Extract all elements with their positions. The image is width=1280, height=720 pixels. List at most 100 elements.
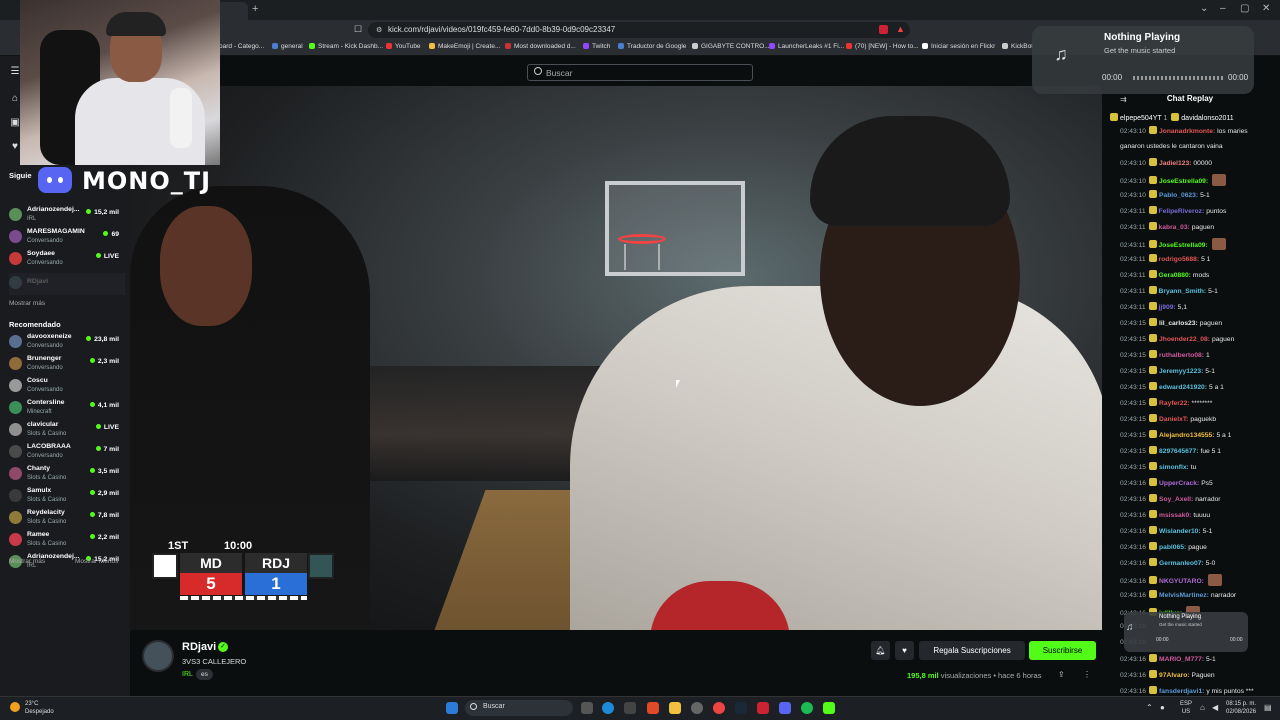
channel-avatar[interactable] (142, 640, 174, 672)
chat-message: 02:43:16 MARIO_M777: 5-1 (1120, 654, 1216, 663)
spotify-icon[interactable] (801, 702, 813, 714)
sidebar-channel[interactable]: Ramee Slots & Casino 2,2 mil (9, 530, 125, 552)
sidebar-channel[interactable]: Coscu Conversando (9, 376, 125, 398)
share-icon[interactable]: ⇪ (1058, 670, 1065, 679)
streamer-cap (106, 12, 166, 36)
follow-heart-icon[interactable]: ♥ (895, 641, 914, 660)
chat-message: 02:43:11 Bryann_Smith: 5-1 (1120, 286, 1218, 295)
system-clock[interactable]: 08:15 p. m. 02/08/2026 (1226, 700, 1256, 716)
music-time-end: 00:00 (1228, 73, 1249, 82)
bookmark-item[interactable]: Twitch (583, 43, 610, 50)
volume-icon[interactable]: ◀ (1212, 703, 1218, 712)
more-options-icon[interactable]: ⋮ (1083, 670, 1091, 679)
kick-icon[interactable] (823, 702, 835, 714)
language-indicator[interactable]: ESP US (1180, 700, 1192, 716)
sidebar-channel[interactable]: Chanty Slots & Casino 3,5 mil (9, 464, 125, 486)
sidebar-channel[interactable]: Adrianozendej... IRL 15,2 mil (9, 205, 125, 227)
chat-message: 02:43:16 msissak0: tuuuu (1120, 510, 1211, 519)
minimize-icon[interactable]: – (1220, 3, 1226, 14)
player-left-face (160, 206, 252, 326)
show-less-link[interactable]: Mostrar Menos (75, 558, 118, 565)
tray-chevron-icon[interactable]: ⌃ (1146, 703, 1153, 712)
extension-icon[interactable] (879, 25, 888, 34)
network-icon[interactable]: ⌂ (1200, 703, 1205, 712)
avatar (9, 489, 22, 502)
warning-icon[interactable]: ▲ (896, 24, 905, 34)
music-progress[interactable] (1133, 76, 1223, 80)
app-icon[interactable] (691, 702, 703, 714)
bookmark-item[interactable]: GIGABYTE CONTRO... (692, 43, 770, 50)
sidebar-channel[interactable]: MARESMAGAMIN Conversando 69 (9, 227, 125, 249)
avatar (9, 230, 22, 243)
sidebar-channel[interactable]: clavicular Slots & Casino LIVE (9, 420, 125, 442)
chat-message: 02:43:16 pabl065: pague (1120, 542, 1207, 551)
search-icon (470, 703, 477, 710)
stream-category[interactable]: IRL (182, 671, 193, 678)
sidebar-channel[interactable]: RDjavi (9, 273, 125, 295)
chrome-icon[interactable] (713, 702, 725, 714)
bookmark-item[interactable]: MakeEmoji | Create... (429, 43, 500, 50)
brave-icon[interactable] (647, 702, 659, 714)
sidebar-channel[interactable]: Contersline Minecraft 4,1 mil (9, 398, 125, 420)
channel-name[interactable]: RDjavi (182, 641, 216, 653)
bookmark-item[interactable]: (70) [NEW] - How to... (846, 43, 919, 50)
windows-start-icon[interactable] (446, 702, 458, 714)
notification-bell-icon[interactable]: 🔔︎ (871, 641, 890, 660)
close-icon[interactable]: ✕ (1262, 3, 1270, 14)
bookmark-item[interactable]: general (272, 43, 303, 50)
edge-icon[interactable] (602, 702, 614, 714)
sidebar-channel[interactable]: Brunenger Conversando 2,3 mil (9, 354, 125, 376)
taskbar-search[interactable]: Buscar (465, 700, 573, 716)
mic-icon[interactable]: ● (1160, 703, 1165, 712)
new-tab-icon[interactable]: + (252, 3, 258, 15)
chat-message: 02:43:11 JoseEstrella09: (1120, 238, 1280, 252)
url-text: kick.com/rdjavi/videos/019fc459-fe60-7dd… (388, 25, 616, 34)
settings-icon[interactable] (624, 702, 636, 714)
chat-message: 02:43:15 edward241920: 5 a 1 (1120, 382, 1224, 391)
sidebar-channel[interactable]: davooxeneize Conversando 23,8 mil (9, 332, 125, 354)
show-more-link[interactable]: Mostrar más (9, 300, 45, 307)
show-more-link[interactable]: Mostrar más (9, 558, 45, 565)
task-view-icon[interactable] (581, 702, 593, 714)
subscribe-button[interactable]: Suscribirse (1029, 641, 1096, 660)
weather-widget[interactable]: 23°C Despejado (25, 700, 54, 716)
bookmark-item[interactable]: LauncherLeaks #1 Fi... (769, 43, 844, 50)
chat-message: 02:43:10 Pablo_0623: 5-1 (1120, 190, 1210, 199)
microphone (170, 88, 192, 148)
language-tag[interactable]: es (196, 669, 213, 680)
search-input[interactable]: Buscar (527, 64, 753, 81)
avatar (9, 208, 22, 221)
bookmark-item[interactable]: Stream - Kick Dashb... (309, 43, 383, 50)
maximize-icon[interactable]: ▢ (1240, 3, 1249, 14)
mini-music-title: Nothing Playing (1159, 614, 1202, 620)
address-bar[interactable]: kick.com/rdjavi/videos/019fc459-fe60-7dd… (368, 22, 910, 38)
notifications-icon[interactable]: ▤ (1264, 703, 1272, 712)
video-player[interactable] (130, 86, 1102, 630)
avatar (9, 335, 22, 348)
chat-message: 02:43:16 Soy_Axell: narrador (1120, 494, 1221, 503)
bookmark-item[interactable]: Iniciar sesión en Flickr (922, 43, 995, 50)
app-icon[interactable] (757, 702, 769, 714)
score-value-1: 5 (180, 573, 242, 595)
bookmark-item[interactable]: Traductor de Google (618, 43, 686, 50)
score-clock: 10:00 (224, 540, 253, 552)
sidebar-channel[interactable]: LACOBRAAA Conversando 7 mil (9, 442, 125, 464)
folder-icon[interactable] (669, 702, 681, 714)
site-info-icon[interactable]: ⚙ (376, 26, 382, 34)
bookmark-item[interactable]: Most downloaded d... (505, 43, 576, 50)
bookmark-star-icon[interactable]: ☐ (354, 24, 362, 35)
sidebar-channel[interactable]: Soydaee Conversando LIVE (9, 249, 125, 271)
discord-icon[interactable] (779, 702, 791, 714)
bookmark-item[interactable]: KickBot (1002, 43, 1033, 50)
steam-icon[interactable] (735, 702, 747, 714)
weather-sun-icon (10, 702, 20, 712)
bookmark-item[interactable]: oard - Catego... (219, 43, 264, 50)
sidebar-channel[interactable]: Reydelacity Slots & Casino 7,8 mil (9, 508, 125, 530)
sidebar-channel[interactable]: Samulx Slots & Casino 2,9 mil (9, 486, 125, 508)
bookmark-item[interactable]: YouTube (386, 43, 421, 50)
chat-message: 02:43:10 Jonanadrkmonte: los maries (1120, 126, 1248, 135)
recommended-heading: Recomendado (9, 320, 61, 329)
gift-subs-button[interactable]: Regala Suscripciones (919, 641, 1025, 660)
chevron-down-icon[interactable]: ⌄ (1200, 3, 1208, 14)
avatar (9, 357, 22, 370)
